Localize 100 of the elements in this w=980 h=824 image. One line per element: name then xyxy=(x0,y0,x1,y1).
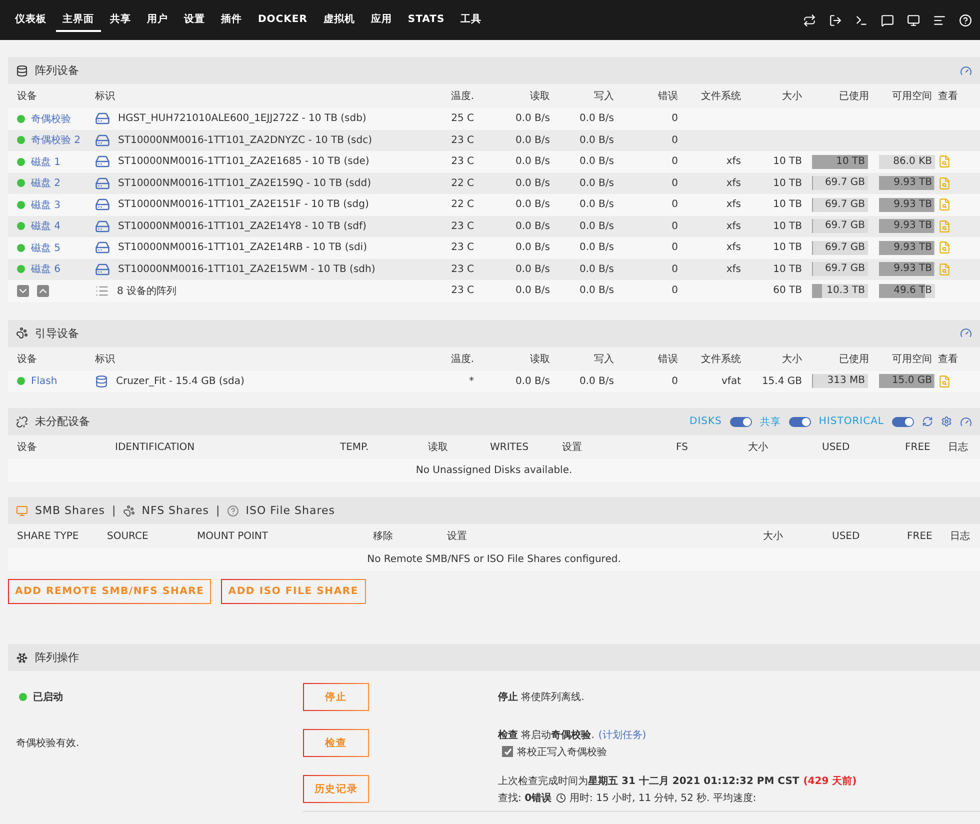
column-header: 移除 xyxy=(373,530,394,543)
usage-text: 313 MB xyxy=(826,374,866,388)
write-speed: 0.0 B/s xyxy=(578,285,615,296)
gauge-icon[interactable] xyxy=(960,64,972,76)
toggle-switch[interactable] xyxy=(788,416,811,426)
section-title: 未分配设备 xyxy=(35,414,90,429)
nav-tab[interactable]: 工具 xyxy=(454,8,489,32)
nav-tab[interactable]: 虚拟机 xyxy=(316,8,362,32)
write-speed: 0.0 B/s xyxy=(578,264,615,275)
collapse-button[interactable] xyxy=(17,284,29,297)
device-link[interactable]: 磁盘 1 xyxy=(17,154,95,169)
errors-found: 查找: 0错误 xyxy=(498,792,552,804)
nav-tab[interactable]: DOCKER xyxy=(251,10,314,30)
nav-tab[interactable]: 共享 xyxy=(103,8,138,32)
column-header: USED xyxy=(832,530,861,542)
share-tab[interactable]: SMB Shares xyxy=(35,504,105,517)
file-system: xfs xyxy=(725,264,742,275)
usage-text: 49.6 TB xyxy=(892,284,933,298)
settings-icon[interactable] xyxy=(941,416,952,427)
parity-note: 奇偶校验有效. xyxy=(16,736,80,750)
column-header: 可用空间 xyxy=(891,352,933,366)
duration-text: 用时: 15 小时, 11 分钟, 52 秒. 平均速度: xyxy=(570,792,756,804)
read-speed: 0.0 B/s xyxy=(514,264,551,275)
gauge-icon[interactable] xyxy=(960,327,972,339)
schedule-link[interactable]: (计划任务) xyxy=(598,728,646,742)
usage-text: 9.93 TB xyxy=(892,198,933,212)
usage-text: 86.0 KB xyxy=(892,154,933,169)
disk-size: 10 TB xyxy=(772,156,803,168)
database-icon xyxy=(16,64,28,76)
device-identifier: Cruzer_Fit - 15.4 GB (sda) xyxy=(116,376,244,387)
column-header: 大小 xyxy=(781,352,803,366)
column-header: FS xyxy=(676,442,689,452)
read-speed: 0.0 B/s xyxy=(514,113,551,124)
swap-icon[interactable] xyxy=(803,14,816,26)
column-header: FREE xyxy=(907,530,934,542)
temperature: 23 C xyxy=(450,156,475,168)
message-icon[interactable] xyxy=(881,14,894,26)
read-speed: 0.0 B/s xyxy=(514,199,551,210)
usage-text: 69.7 GB xyxy=(824,219,866,234)
toggle-switch[interactable] xyxy=(730,416,752,426)
nav-tab[interactable]: STATS xyxy=(400,10,452,30)
read-speed: 0.0 B/s xyxy=(514,285,551,296)
device-link[interactable]: 磁盘 5 xyxy=(17,240,95,255)
device-link[interactable]: Flash xyxy=(17,376,95,387)
column-header: 写入 xyxy=(593,352,615,366)
logout-icon[interactable] xyxy=(829,14,842,26)
checkbox[interactable] xyxy=(502,746,513,757)
share-tab[interactable]: ISO File Shares xyxy=(246,504,336,517)
read-speed: 0.0 B/s xyxy=(514,220,551,232)
device-link[interactable]: 奇偶校验 2 xyxy=(17,133,95,148)
error-count: 0 xyxy=(670,134,679,146)
terminal-icon[interactable] xyxy=(855,14,868,26)
toggle-switch[interactable] xyxy=(892,416,914,426)
usage-text: 9.93 TB xyxy=(892,262,933,276)
column-header: 查看 xyxy=(938,90,959,103)
expand-button[interactable] xyxy=(37,284,49,297)
device-link[interactable]: 磁盘 6 xyxy=(17,262,95,276)
column-header: 可用空间 xyxy=(891,90,933,103)
error-count: 0 xyxy=(670,178,679,189)
device-link[interactable]: 磁盘 2 xyxy=(17,176,95,190)
days-ago: (429 天前) xyxy=(803,774,857,788)
monitor-icon[interactable] xyxy=(907,14,920,26)
usage-text: 9.93 TB xyxy=(892,219,933,234)
column-header: 大小 xyxy=(781,90,803,103)
section-title: 阵列设备 xyxy=(35,63,79,78)
column-header: FREE xyxy=(905,442,932,452)
help-icon[interactable] xyxy=(959,14,972,26)
section-title: 引导设备 xyxy=(35,326,79,340)
hard-drive-icon xyxy=(95,197,110,212)
nav-tab[interactable]: 仪表板 xyxy=(8,8,54,32)
log-icon[interactable] xyxy=(933,14,946,26)
temperature: 23 C xyxy=(450,134,475,146)
separator: | xyxy=(216,504,220,517)
nav-tab[interactable]: 插件 xyxy=(214,8,249,32)
temperature: 22 C xyxy=(450,199,475,210)
column-header: 设置 xyxy=(562,440,583,454)
column-header: WRITES xyxy=(490,442,530,452)
device-identifier: 8 设备的阵列 xyxy=(117,284,177,298)
refresh-icon[interactable] xyxy=(922,416,933,427)
read-speed: 0.0 B/s xyxy=(514,134,551,146)
error-count: 0 xyxy=(670,156,679,168)
device-link[interactable]: 奇偶校验 xyxy=(17,112,95,126)
stop-description: 停止 将使阵列离线. xyxy=(498,690,586,704)
device-link[interactable]: 磁盘 4 xyxy=(17,219,95,234)
column-header: 设备 xyxy=(17,90,38,103)
usage-text: 9.93 TB xyxy=(892,176,933,190)
nav-tab[interactable]: 应用 xyxy=(364,8,399,32)
nav-tab[interactable]: 用户 xyxy=(140,8,175,32)
usage-text: 69.7 GB xyxy=(824,198,866,212)
gauge-icon[interactable] xyxy=(960,416,972,428)
write-speed: 0.0 B/s xyxy=(578,113,615,124)
device-link[interactable]: 磁盘 3 xyxy=(17,198,95,212)
error-count: 0 xyxy=(670,113,679,124)
usage-text: 69.7 GB xyxy=(824,176,866,190)
column-header: 错误 xyxy=(657,90,679,103)
usage-text: 69.7 GB xyxy=(824,262,866,276)
column-header: 设置 xyxy=(447,530,468,543)
nav-tab[interactable]: 设置 xyxy=(177,8,212,32)
nav-tab[interactable]: 主界面 xyxy=(56,8,101,32)
share-tab[interactable]: NFS Shares xyxy=(142,504,210,517)
